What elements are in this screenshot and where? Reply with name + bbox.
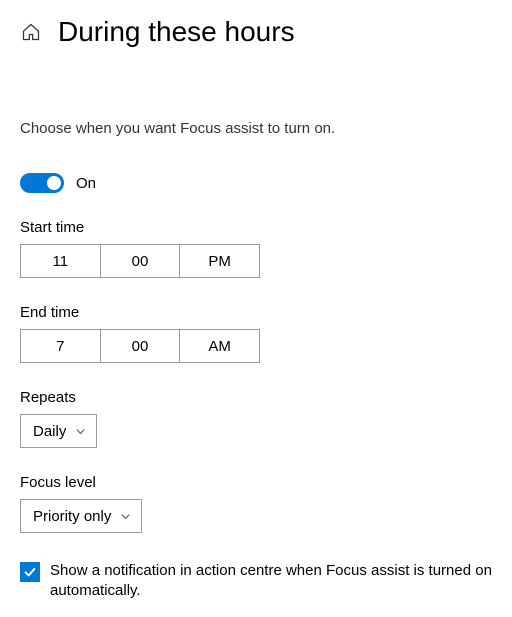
chevron-down-icon	[74, 425, 86, 437]
start-minute-segment[interactable]: 00	[101, 245, 181, 277]
chevron-down-icon	[119, 510, 131, 522]
start-hour-segment[interactable]: 11	[21, 245, 101, 277]
page-header: During these hours	[20, 16, 492, 48]
focus-level-group: Focus level Priority only	[20, 474, 492, 533]
repeats-value: Daily	[33, 423, 66, 440]
end-time-label: End time	[20, 304, 492, 321]
start-time-label: Start time	[20, 219, 492, 236]
page-title: During these hours	[58, 16, 295, 48]
focus-assist-toggle[interactable]	[20, 173, 64, 193]
notification-checkbox-label: Show a notification in action centre whe…	[50, 561, 492, 602]
notification-checkbox[interactable]	[20, 562, 40, 582]
description-text: Choose when you want Focus assist to tur…	[20, 120, 492, 137]
start-time-picker[interactable]: 11 00 PM	[20, 244, 260, 278]
focus-level-dropdown[interactable]: Priority only	[20, 499, 142, 533]
repeats-dropdown[interactable]: Daily	[20, 414, 97, 448]
end-hour-segment[interactable]: 7	[21, 330, 101, 362]
home-icon[interactable]	[20, 21, 42, 43]
repeats-group: Repeats Daily	[20, 389, 492, 448]
toggle-knob	[47, 176, 61, 190]
start-meridiem-segment[interactable]: PM	[180, 245, 259, 277]
end-minute-segment[interactable]: 00	[101, 330, 181, 362]
end-time-picker[interactable]: 7 00 AM	[20, 329, 260, 363]
notification-checkbox-row: Show a notification in action centre whe…	[20, 561, 492, 602]
start-time-group: Start time 11 00 PM	[20, 219, 492, 278]
toggle-state-label: On	[76, 175, 96, 192]
repeats-label: Repeats	[20, 389, 492, 406]
focus-level-label: Focus level	[20, 474, 492, 491]
focus-level-value: Priority only	[33, 508, 111, 525]
end-time-group: End time 7 00 AM	[20, 304, 492, 363]
end-meridiem-segment[interactable]: AM	[180, 330, 259, 362]
focus-assist-toggle-row: On	[20, 173, 492, 193]
